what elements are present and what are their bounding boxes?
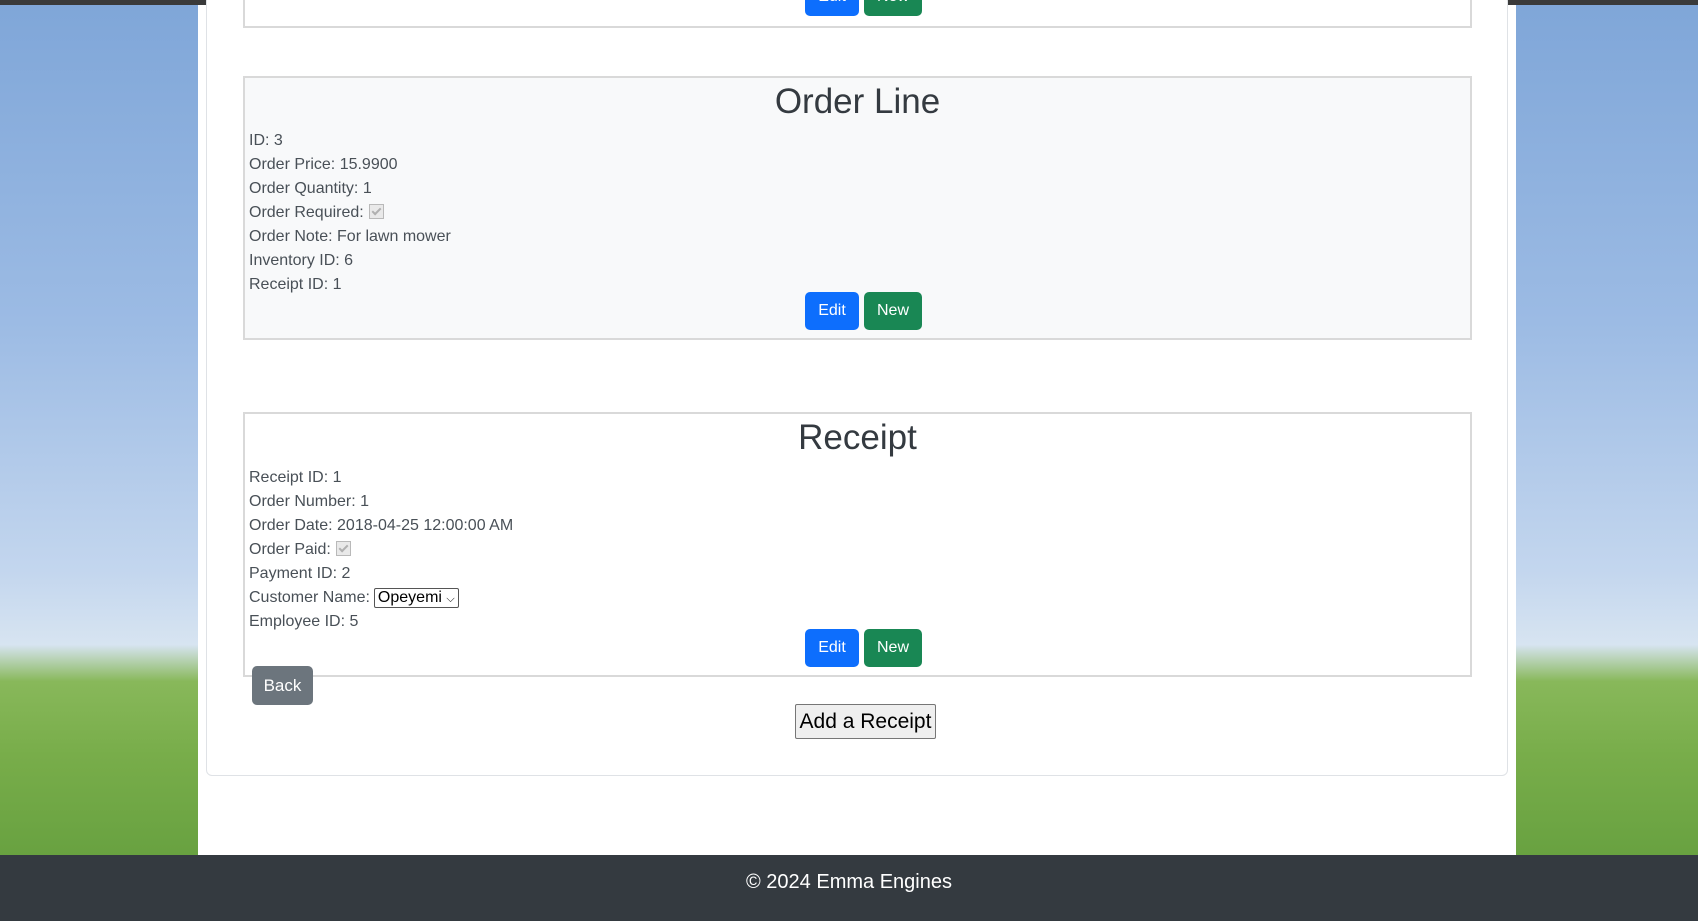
receipt-id: Receipt ID: 1 [249,469,342,486]
receipt-title: Receipt [798,418,917,457]
order-quantity: Order Quantity: 1 [249,180,372,197]
new-button[interactable]: New [864,629,922,667]
customer-name-label: Customer Name: [249,589,370,606]
order-paid-label: Order Paid: [249,541,331,558]
inventory-id: Inventory ID: 6 [249,252,354,269]
order-note: Order Note: For lawn mower [249,228,451,245]
order-price: Order Price: 15.9900 [249,156,398,173]
order-number: Order Number: 1 [249,493,370,510]
new-button[interactable]: New [864,0,922,16]
back-button[interactable]: Back [252,666,313,705]
customer-name: Customer Name: Opeyemi ⌵ [249,588,459,608]
receipt-record: Receipt Receipt ID: 1 Order Number: 1 Or… [243,412,1472,677]
chevron-down-icon: ⌵ [446,593,455,605]
edit-button[interactable]: Edit [805,0,859,16]
new-button[interactable]: New [864,292,922,330]
footer-copyright: © 2024 Emma Engines [746,871,952,893]
order-required: Order Required: [249,203,384,223]
order-line-record: Order Line ID: 3 Order Price: 15.9900 Or… [243,76,1472,340]
main-container: Edit New Order Line ID: 3 Order Price: 1… [198,0,1516,855]
footer: © 2024 Emma Engines [0,855,1698,921]
order-line-id: ID: 3 [249,132,283,149]
order-line-receipt-id: Receipt ID: 1 [249,276,342,293]
order-date: Order Date: 2018-04-25 12:00:00 AM [249,517,514,534]
order-required-label: Order Required: [249,204,364,221]
order-paid: Order Paid: [249,540,351,560]
content-card: Edit New Order Line ID: 3 Order Price: 1… [206,0,1508,776]
customer-name-select[interactable]: Opeyemi ⌵ [373,588,459,608]
order-line-title: Order Line [774,82,941,121]
order-required-checkbox [368,204,384,219]
edit-button[interactable]: Edit [805,292,859,330]
employee-id: Employee ID: 5 [249,613,359,630]
add-receipt-button[interactable]: Add a Receipt [795,704,936,739]
order-paid-checkbox [335,541,351,556]
previous-record: Edit New [243,0,1472,28]
payment-id: Payment ID: 2 [249,565,351,582]
customer-name-value: Opeyemi [377,589,442,606]
edit-button[interactable]: Edit [805,629,859,667]
